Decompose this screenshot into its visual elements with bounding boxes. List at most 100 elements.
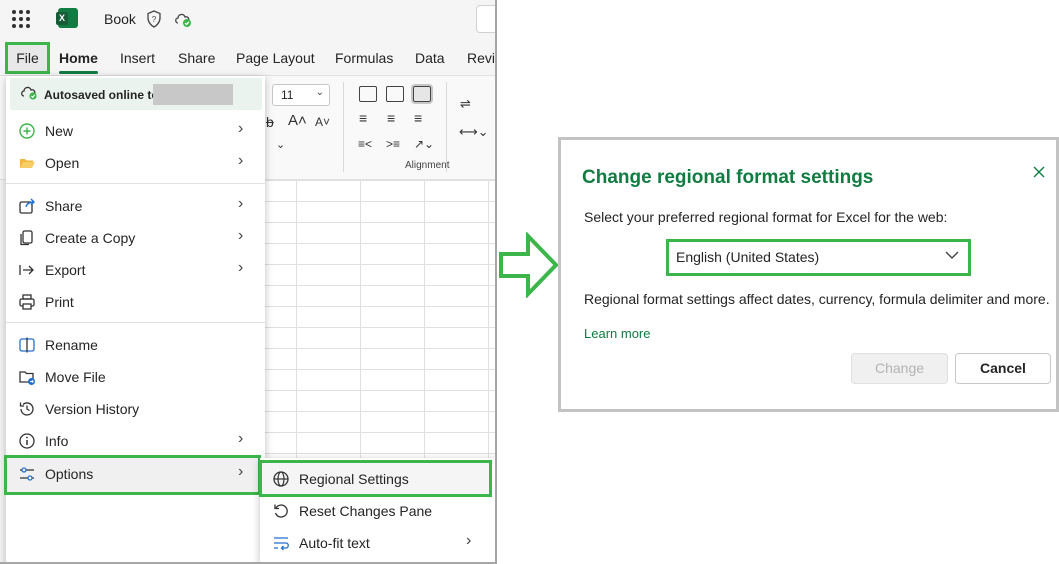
- menu-item-label: Create a Copy: [45, 230, 136, 246]
- menu-item-label: Print: [45, 294, 74, 310]
- wrap-text-icon[interactable]: ⇌: [460, 96, 471, 112]
- folder-open-icon: [20, 159, 35, 168]
- menu-item-label: Export: [45, 262, 86, 278]
- submenu-item-reset-changes-pane[interactable]: Reset Changes Pane: [260, 495, 492, 527]
- cancel-button[interactable]: Cancel: [955, 353, 1051, 384]
- menu-item-label: Share: [45, 198, 83, 214]
- menu-item-label: Rename: [45, 337, 98, 353]
- tab-insert[interactable]: Insert: [120, 50, 155, 66]
- ribbon-divider: [446, 82, 447, 172]
- learn-more-link[interactable]: Learn more: [584, 326, 650, 341]
- tab-share[interactable]: Share: [178, 50, 215, 66]
- options-sliders-icon: [20, 467, 34, 481]
- menu-item-open[interactable]: Open ›: [6, 147, 265, 179]
- decrease-indent-icon[interactable]: ≡<: [358, 137, 372, 151]
- font-size-dropdown[interactable]: 11 ⌄: [272, 84, 330, 106]
- chevron-down-icon: ⌄: [315, 87, 324, 98]
- menu-divider: [6, 322, 265, 323]
- menu-item-label: Info: [45, 433, 69, 449]
- menu-item-export[interactable]: Export ›: [6, 254, 265, 286]
- submenu-item-label: Regional Settings: [299, 471, 409, 487]
- menu-item-label: Move File: [45, 369, 106, 385]
- menu-item-label: New: [45, 123, 74, 139]
- chevron-right-icon: ›: [238, 463, 244, 480]
- menu-item-options[interactable]: Options ›: [6, 458, 265, 490]
- print-icon: [19, 294, 35, 310]
- menu-item-version-history[interactable]: Version History: [6, 393, 265, 425]
- menu-item-share[interactable]: Share ›: [6, 190, 265, 222]
- text-orientation-icon[interactable]: ↗⌄: [414, 137, 434, 151]
- menu-item-create-copy[interactable]: Create a Copy ›: [6, 222, 265, 254]
- font-size-value: 11: [281, 88, 294, 102]
- submenu-item-regional-settings[interactable]: Regional Settings: [260, 463, 492, 495]
- regional-format-value[interactable]: English (United States): [676, 249, 819, 265]
- ribbon-divider: [343, 82, 344, 172]
- title-bar: X Book ?: [0, 0, 495, 38]
- increase-indent-icon[interactable]: >≡: [386, 137, 400, 151]
- chevron-right-icon: ›: [238, 430, 244, 447]
- tab-home[interactable]: Home: [59, 50, 98, 74]
- excel-logo-icon: X: [56, 8, 78, 28]
- copy-icon: [20, 230, 33, 246]
- info-icon: [19, 433, 35, 449]
- menu-item-rename[interactable]: Rename: [6, 329, 265, 361]
- svg-text:?: ?: [152, 15, 157, 24]
- align-left-icon[interactable]: ≡: [359, 110, 367, 126]
- dialog-prompt: Select your preferred regional format fo…: [584, 209, 948, 225]
- move-file-icon: [19, 371, 35, 385]
- chevron-right-icon: ›: [238, 120, 244, 137]
- chevron-right-icon: ›: [238, 259, 244, 276]
- next-step-arrow-icon: [499, 232, 559, 298]
- close-icon[interactable]: [1031, 164, 1047, 180]
- merge-center-icon[interactable]: ⟷⌄: [459, 124, 489, 140]
- tab-file[interactable]: File: [5, 42, 50, 74]
- submenu-item-label: Reset Changes Pane: [299, 503, 433, 519]
- reset-icon: [274, 504, 288, 518]
- menu-item-label: Open: [45, 155, 80, 171]
- export-icon: [19, 265, 34, 275]
- tab-data[interactable]: Data: [415, 50, 445, 66]
- chevron-down-icon[interactable]: [945, 250, 959, 260]
- excel-window-screenshot: X Book ? Home Insert Share Page Layout F…: [0, 0, 497, 564]
- dialog-title: Change regional format settings: [582, 167, 874, 188]
- rename-icon: [19, 337, 35, 353]
- menu-item-new[interactable]: New ›: [6, 115, 265, 147]
- redacted-location: [153, 84, 233, 105]
- strikethrough-icon[interactable]: b: [266, 114, 274, 130]
- autosave-text: Autosaved online to: [44, 88, 159, 102]
- chevron-right-icon: ›: [238, 195, 244, 212]
- menu-item-label: Options: [45, 466, 94, 482]
- sensitivity-shield-icon[interactable]: ?: [146, 10, 162, 28]
- cloud-saved-icon[interactable]: [173, 10, 193, 28]
- chevron-right-icon: ›: [466, 532, 472, 549]
- menu-item-info[interactable]: Info ›: [6, 425, 265, 457]
- autofit-text-icon: [274, 537, 289, 551]
- decrease-font-icon[interactable]: A˅: [315, 115, 330, 129]
- align-top-icon[interactable]: [359, 86, 377, 102]
- plus-circle-icon: [19, 123, 35, 139]
- search-box[interactable]: [476, 5, 495, 33]
- align-center-icon[interactable]: ≡: [387, 110, 395, 126]
- chevron-down-icon[interactable]: ⌄: [276, 138, 285, 151]
- cloud-saved-icon: [21, 86, 37, 100]
- app-launcher-icon[interactable]: [12, 10, 30, 28]
- chevron-right-icon: ›: [238, 227, 244, 244]
- history-icon: [19, 402, 34, 416]
- chevron-right-icon: ›: [238, 152, 244, 169]
- align-right-icon[interactable]: ≡: [414, 110, 422, 126]
- tab-review[interactable]: Revi: [467, 50, 495, 66]
- menu-divider: [6, 183, 265, 184]
- tab-formulas[interactable]: Formulas: [335, 50, 393, 66]
- document-name[interactable]: Book: [104, 11, 136, 27]
- increase-font-icon[interactable]: A˄: [288, 112, 307, 129]
- dialog-note: Regional format settings affect dates, c…: [584, 291, 1050, 307]
- menu-item-print[interactable]: Print: [6, 286, 265, 318]
- change-button[interactable]: Change: [851, 353, 948, 384]
- tab-page-layout[interactable]: Page Layout: [236, 50, 315, 66]
- alignment-group-label: Alignment: [405, 160, 450, 171]
- align-middle-icon[interactable]: [386, 86, 404, 102]
- submenu-item-auto-fit-text[interactable]: Auto-fit text ›: [260, 527, 492, 559]
- menu-item-label: Version History: [45, 401, 140, 417]
- align-bottom-icon[interactable]: [411, 84, 433, 104]
- menu-item-move-file[interactable]: Move File: [6, 361, 265, 393]
